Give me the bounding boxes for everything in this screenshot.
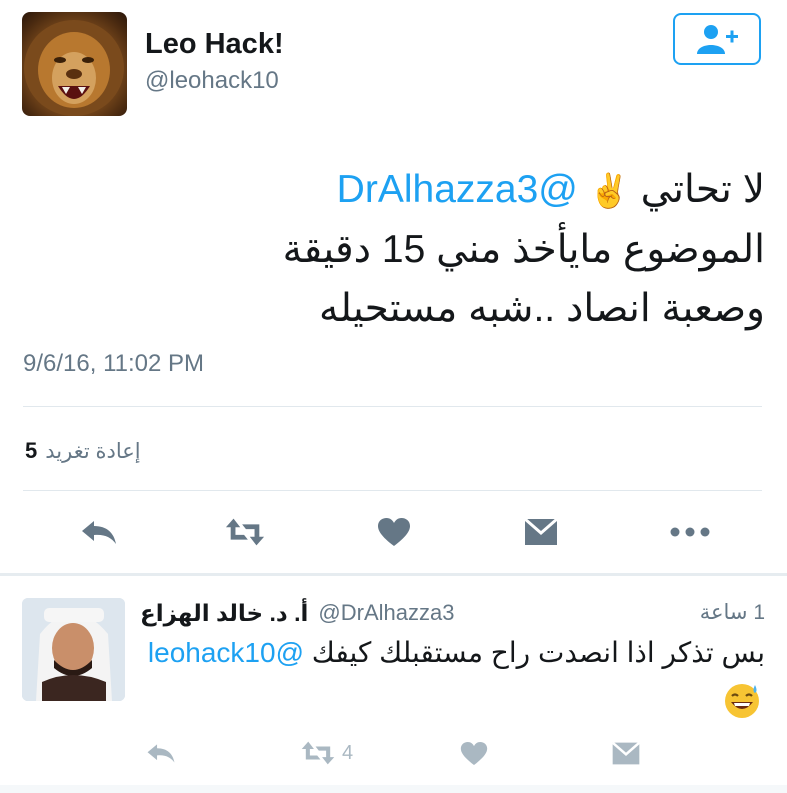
tweet-line1-text: لا تحاتي (640, 168, 765, 211)
divider (23, 406, 762, 407)
reply-text: بس تذكر اذا انصدت راح مستقبلك كيفك @leoh… (140, 632, 765, 674)
heart-icon (378, 518, 410, 546)
retweet-icon (225, 518, 265, 546)
more-button[interactable] (669, 512, 711, 552)
more-dots-icon (670, 527, 710, 537)
tweet-line-1: لا تحاتي ✌️ @DrAlhazza3 (20, 160, 765, 220)
reply-author-handle[interactable]: @DrAlhazza3 (318, 598, 454, 628)
section-separator (0, 573, 787, 576)
retweet-stats[interactable]: 5 إعادة تغريد (25, 438, 141, 464)
envelope-icon (611, 741, 641, 764)
envelope-icon (524, 517, 558, 545)
tweet-text: لا تحاتي ✌️ @DrAlhazza3 الموضوع مايأخذ م… (20, 160, 765, 338)
sweat-smile-emoji (722, 680, 762, 720)
reply-like-button[interactable] (460, 737, 488, 769)
victory-hand-emoji: ✌️ (588, 172, 630, 209)
reply-reply-button[interactable] (146, 737, 176, 769)
avatar[interactable] (22, 12, 127, 116)
retweet-icon (301, 741, 335, 765)
tweet-line-3: وصعبة انصاد ..شبه مستحيله (319, 287, 765, 330)
retweet-button[interactable] (224, 512, 266, 552)
reply-icon (147, 744, 175, 763)
reply-author-name[interactable]: أ. د. خالد الهزاع (140, 598, 308, 628)
reply-icon (82, 521, 116, 544)
mention-link[interactable]: @DrAlhazza3 (337, 168, 578, 211)
display-name[interactable]: Leo Hack! (145, 28, 284, 61)
reply-header: أ. د. خالد الهزاع @DrAlhazza3 1 ساعة (140, 598, 765, 628)
bottom-edge (0, 785, 787, 793)
tweet-line-2: الموضوع مايأخذ مني 15 دقيقة (282, 228, 765, 271)
tweet-timestamp: 9/6/16, 11:02 PM (23, 350, 205, 377)
retweet-count: 5 (25, 438, 38, 463)
reply-retweet-count: 4 (342, 741, 354, 764)
reply-mention-link[interactable]: @leohack10 (148, 637, 304, 668)
follow-button[interactable] (673, 13, 761, 65)
like-button[interactable] (373, 512, 415, 552)
direct-message-button[interactable] (520, 512, 562, 552)
reply-text-content: بس تذكر اذا انصدت راح مستقبلك كيفك (311, 637, 765, 668)
add-user-icon (697, 25, 738, 54)
heart-icon (460, 741, 488, 765)
retweet-label: إعادة تغريد (45, 439, 141, 463)
reply-message-button[interactable] (611, 737, 641, 769)
divider (23, 490, 762, 491)
user-handle[interactable]: @leohack10 (145, 67, 279, 95)
reply-button[interactable] (78, 512, 120, 552)
reply-avatar[interactable] (22, 598, 125, 701)
reply-time: 1 ساعة (699, 601, 765, 624)
reply-retweet-button[interactable]: 4 (300, 737, 353, 769)
